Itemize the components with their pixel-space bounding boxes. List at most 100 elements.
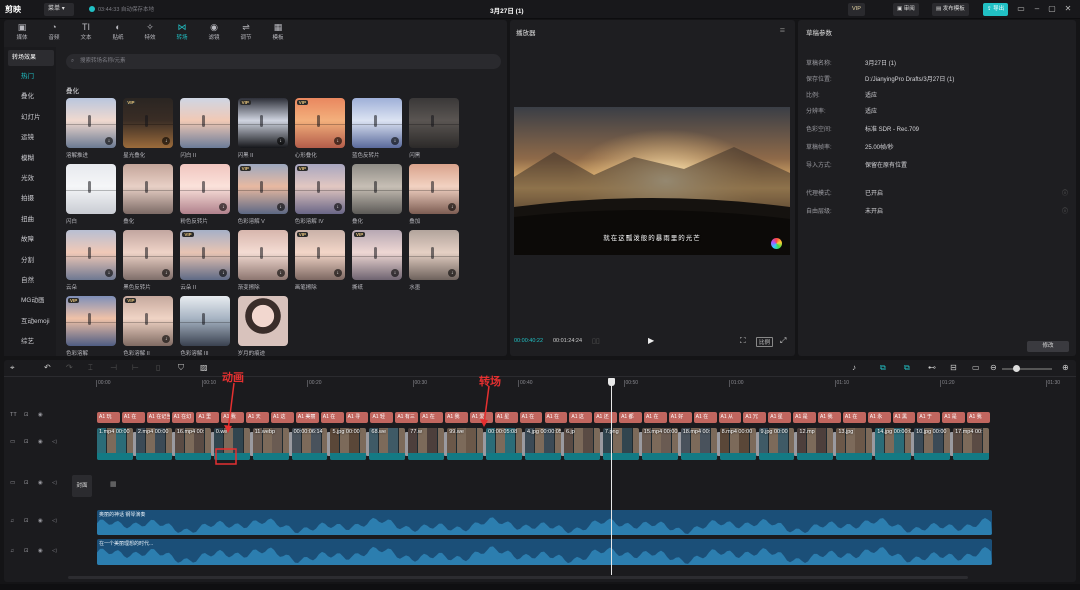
- video-clip[interactable]: 7.png: [602, 428, 639, 460]
- text-sticker-clip[interactable]: A1 里: [196, 412, 220, 423]
- minimize-icon[interactable]: –: [1031, 3, 1043, 15]
- category-item[interactable]: 拍摄: [8, 191, 54, 207]
- transition-thumb[interactable]: [352, 164, 402, 214]
- zoom-in-icon[interactable]: ⊕: [1062, 363, 1069, 372]
- transition-thumb[interactable]: VIP ↓: [237, 164, 288, 214]
- video-clip[interactable]: 00:00:05:08: [486, 428, 523, 460]
- transition-thumb[interactable]: ↓: [237, 230, 288, 280]
- transition-thumb[interactable]: ↓: [66, 98, 116, 148]
- category-item[interactable]: 故障: [8, 232, 54, 248]
- download-icon[interactable]: ↓: [219, 269, 228, 277]
- speaker-icon[interactable]: ◁: [52, 439, 56, 445]
- ratio-button[interactable]: 比例: [756, 337, 774, 347]
- text-sticker-clip[interactable]: A1 在幻: [171, 412, 195, 423]
- transition-thumb[interactable]: VIP: [66, 296, 116, 346]
- text-sticker-clip[interactable]: A1 从: [718, 412, 742, 423]
- transition-thumb[interactable]: VIP ↓: [294, 164, 345, 214]
- text-sticker-clip[interactable]: A1 爱: [469, 412, 493, 423]
- download-icon[interactable]: ↓: [105, 137, 113, 145]
- playhead-handle[interactable]: [608, 378, 615, 386]
- lock-icon[interactable]: ⊡: [24, 412, 29, 418]
- video-clip[interactable]: 99.we: [447, 428, 484, 460]
- category-item[interactable]: 扭曲: [8, 212, 54, 228]
- menu-icon[interactable]: ≡: [780, 25, 785, 35]
- download-icon[interactable]: ↓: [105, 269, 113, 277]
- preview-axis-icon[interactable]: ⊟: [950, 363, 957, 372]
- split-left-icon[interactable]: ⊣: [110, 363, 117, 372]
- download-icon[interactable]: ↓: [333, 203, 342, 211]
- text-sticker-clip[interactable]: A1 冗: [743, 412, 767, 423]
- video-clip[interactable]: 9.jpg 00:00: [758, 428, 795, 460]
- text-sticker-clip[interactable]: A1 在记当: [146, 412, 170, 423]
- crop-icon[interactable]: ⛶: [740, 336, 746, 346]
- download-icon[interactable]: ↓: [162, 269, 171, 277]
- video-clip[interactable]: 8.mp4 00:00: [719, 428, 756, 460]
- video-clip[interactable]: 12.mp: [797, 428, 834, 460]
- transition-thumb[interactable]: VIP ↓: [237, 98, 288, 148]
- category-item[interactable]: 模糊: [8, 151, 54, 167]
- transition-thumb[interactable]: [237, 296, 288, 346]
- category-item[interactable]: MG动画: [8, 293, 54, 309]
- transition-thumb[interactable]: VIP ↓: [123, 296, 174, 346]
- speaker-icon[interactable]: ◁: [52, 548, 56, 554]
- menu-button[interactable]: 菜单 ▾: [44, 3, 74, 16]
- video-clip[interactable]: 17.mp4 00:: [953, 428, 989, 460]
- video-clip[interactable]: 16.mp4 00:: [174, 428, 211, 460]
- video-clip[interactable]: 0.we: [213, 428, 250, 460]
- text-sticker-clip[interactable]: A1 于: [917, 412, 941, 423]
- video-clip[interactable]: 68.we: [369, 428, 406, 460]
- text-sticker-clip[interactable]: A1 是: [942, 412, 966, 423]
- text-sticker-clip[interactable]: A1 这: [271, 412, 294, 423]
- download-icon[interactable]: ↓: [391, 137, 399, 145]
- text-sticker-clip[interactable]: A1 在: [420, 412, 444, 423]
- video-clip[interactable]: 11.webp: [252, 428, 289, 460]
- vip-button[interactable]: VIP: [848, 3, 865, 16]
- playhead[interactable]: [611, 382, 612, 575]
- tool-transition[interactable]: ⋈ 转场: [168, 22, 196, 44]
- download-icon[interactable]: ↓: [276, 269, 285, 277]
- transition-thumb[interactable]: VIP ↓: [294, 98, 345, 148]
- text-sticker-clip[interactable]: A1 美丽: [295, 412, 319, 423]
- magnet-icon[interactable]: ⧉: [904, 363, 910, 373]
- video-clip[interactable]: 10.jpg 00:00: [914, 428, 951, 460]
- eye-icon[interactable]: ◉: [38, 518, 43, 524]
- text-sticker-clip[interactable]: A1 还: [594, 412, 618, 423]
- text-sticker-clip[interactable]: A1 这: [569, 412, 593, 423]
- transition-thumb[interactable]: ↓: [352, 98, 402, 148]
- text-sticker-clip[interactable]: A1 我: [445, 412, 468, 423]
- transition-thumb[interactable]: [180, 98, 231, 148]
- text-sticker-clip[interactable]: A1 是: [793, 412, 816, 423]
- search-input[interactable]: ⌕ 搜索转场名称/元素: [66, 54, 501, 69]
- text-sticker-clip[interactable]: A1 寻: [345, 412, 369, 423]
- text-sticker-clip[interactable]: A1 永: [867, 412, 891, 423]
- lock-icon[interactable]: ⊡: [24, 480, 29, 486]
- eye-icon[interactable]: ◉: [38, 412, 43, 418]
- transition-thumb[interactable]: VIP ↓: [123, 98, 174, 148]
- zoom-slider-handle[interactable]: [1013, 365, 1020, 372]
- layout-icon[interactable]: ▭: [1015, 3, 1027, 15]
- publish-template-button[interactable]: ▤ 发布模板: [932, 3, 969, 16]
- video-clip[interactable]: 14.jpg 00:00:05: [875, 428, 912, 460]
- video-clip[interactable]: 13.jpg: [836, 428, 873, 460]
- chain-icon[interactable]: ⊷: [928, 363, 936, 372]
- close-icon[interactable]: ✕: [1062, 3, 1074, 15]
- video-clip[interactable]: 00:00:06:14: [291, 428, 328, 460]
- timeline-scrollbar[interactable]: [68, 576, 968, 579]
- transition-thumb[interactable]: [123, 164, 174, 214]
- tool-sticker[interactable]: ◐ 贴纸: [104, 22, 132, 44]
- category-item[interactable]: 运镜: [8, 130, 54, 146]
- eye-icon[interactable]: ◉: [38, 439, 43, 445]
- undo-icon[interactable]: ↶: [44, 363, 51, 372]
- download-icon[interactable]: ↓: [162, 137, 171, 145]
- video-clip[interactable]: 15.mp4 00:00: [641, 428, 678, 460]
- play-icon[interactable]: ▶: [648, 336, 654, 345]
- transition-thumb[interactable]: [66, 164, 116, 214]
- video-clip[interactable]: 77.w: [408, 428, 445, 460]
- download-icon[interactable]: ↓: [276, 203, 285, 211]
- text-sticker-clip[interactable]: A1 我: [817, 412, 841, 423]
- text-sticker-clip[interactable]: A1 我: [967, 412, 990, 423]
- help-icon[interactable]: ⓘ: [1062, 188, 1068, 197]
- video-clip[interactable]: 4.jpg 00:00:05:17: [525, 428, 561, 460]
- speaker-icon[interactable]: ◁: [52, 518, 56, 524]
- tool-effects[interactable]: ✧ 特效: [136, 22, 164, 44]
